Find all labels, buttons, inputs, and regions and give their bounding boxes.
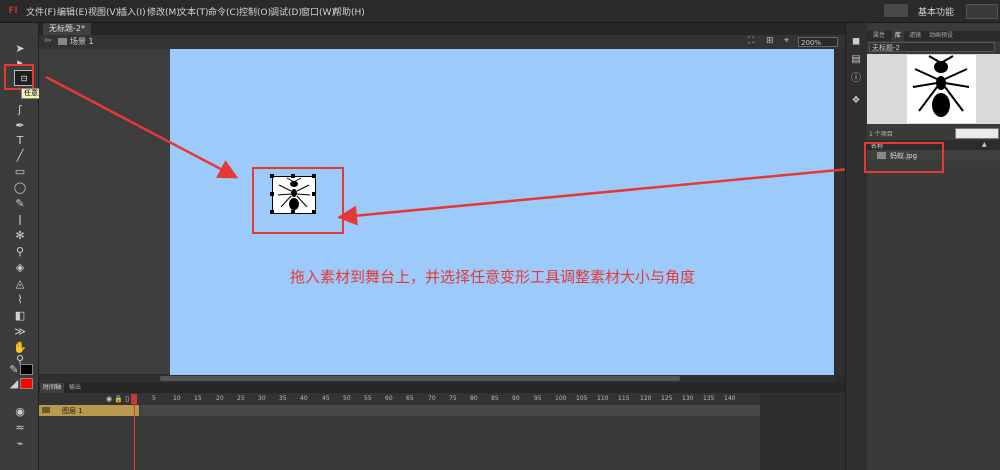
frame-number: 50 [343,395,351,402]
frame-number: 80 [470,395,478,402]
frame-number: 15 [194,395,202,402]
panel-icon-strip [845,23,869,470]
layer-name[interactable]: 图层 1 [62,406,83,416]
frame-number: 65 [406,395,414,402]
frame-number: 60 [385,395,393,402]
library-item-count: 1 个项目 [869,131,893,138]
tab-output[interactable]: 输出 [66,383,84,393]
layer-row[interactable] [39,405,139,416]
annotation-box [864,142,944,173]
layer-visibility-lock-icons[interactable]: ◉ 🔒 ▯ [106,395,129,403]
frame-number: 105 [576,395,588,402]
frame-number: 125 [661,395,673,402]
frame-number: 110 [597,395,609,402]
tab-library[interactable]: 库 [892,31,905,41]
layer-icon [42,407,50,413]
frame-number: 95 [534,395,542,402]
library-document-select[interactable]: 无标题-2 [869,42,995,52]
frame-number: 75 [449,395,457,402]
frame-number: 40 [300,395,308,402]
color-panel-icon[interactable]: ◼ [850,36,862,48]
frame-number: 10 [173,395,181,402]
frame-number: 140 [724,395,736,402]
frame-number: 20 [216,395,224,402]
arrow-library-to-stage [337,166,861,226]
library-search-input[interactable] [955,128,999,139]
frame-number: 100 [555,395,567,402]
timeline-right-area [760,394,845,470]
frame-number: 35 [279,395,287,402]
frame-number: 70 [428,395,436,402]
timeline-tab-bar [39,383,845,393]
arrow-tool-to-stage [45,75,239,179]
frame-number: 25 [237,395,245,402]
frame-number: 130 [682,395,694,402]
frame-number: 115 [618,395,630,402]
align-panel-icon[interactable]: ▤ [850,54,862,66]
frame-number: 45 [322,395,330,402]
ant-icon [912,55,970,117]
components-panel-icon[interactable]: ❖ [850,95,862,107]
frame-number: 85 [491,395,499,402]
frame-number: 55 [364,395,372,402]
frame-number: 120 [640,395,652,402]
frame-number: 90 [512,395,520,402]
frame-number: 135 [703,395,715,402]
frame-number: 30 [258,395,266,402]
frame-number: 5 [152,395,156,402]
playhead-line[interactable] [134,394,135,470]
tab-properties[interactable]: 属性 [870,31,888,41]
playhead[interactable] [131,394,137,404]
tab-timeline[interactable]: 时间轴 [40,383,65,393]
info-panel-icon[interactable]: ⓘ [850,73,862,85]
tab-filters[interactable]: 滤镜 [906,31,924,41]
sort-up-icon[interactable]: ▲ [982,141,987,148]
layer-frames[interactable] [140,405,760,416]
tab-motion-presets[interactable]: 动画预设 [926,31,956,41]
library-preview-image [907,55,976,123]
